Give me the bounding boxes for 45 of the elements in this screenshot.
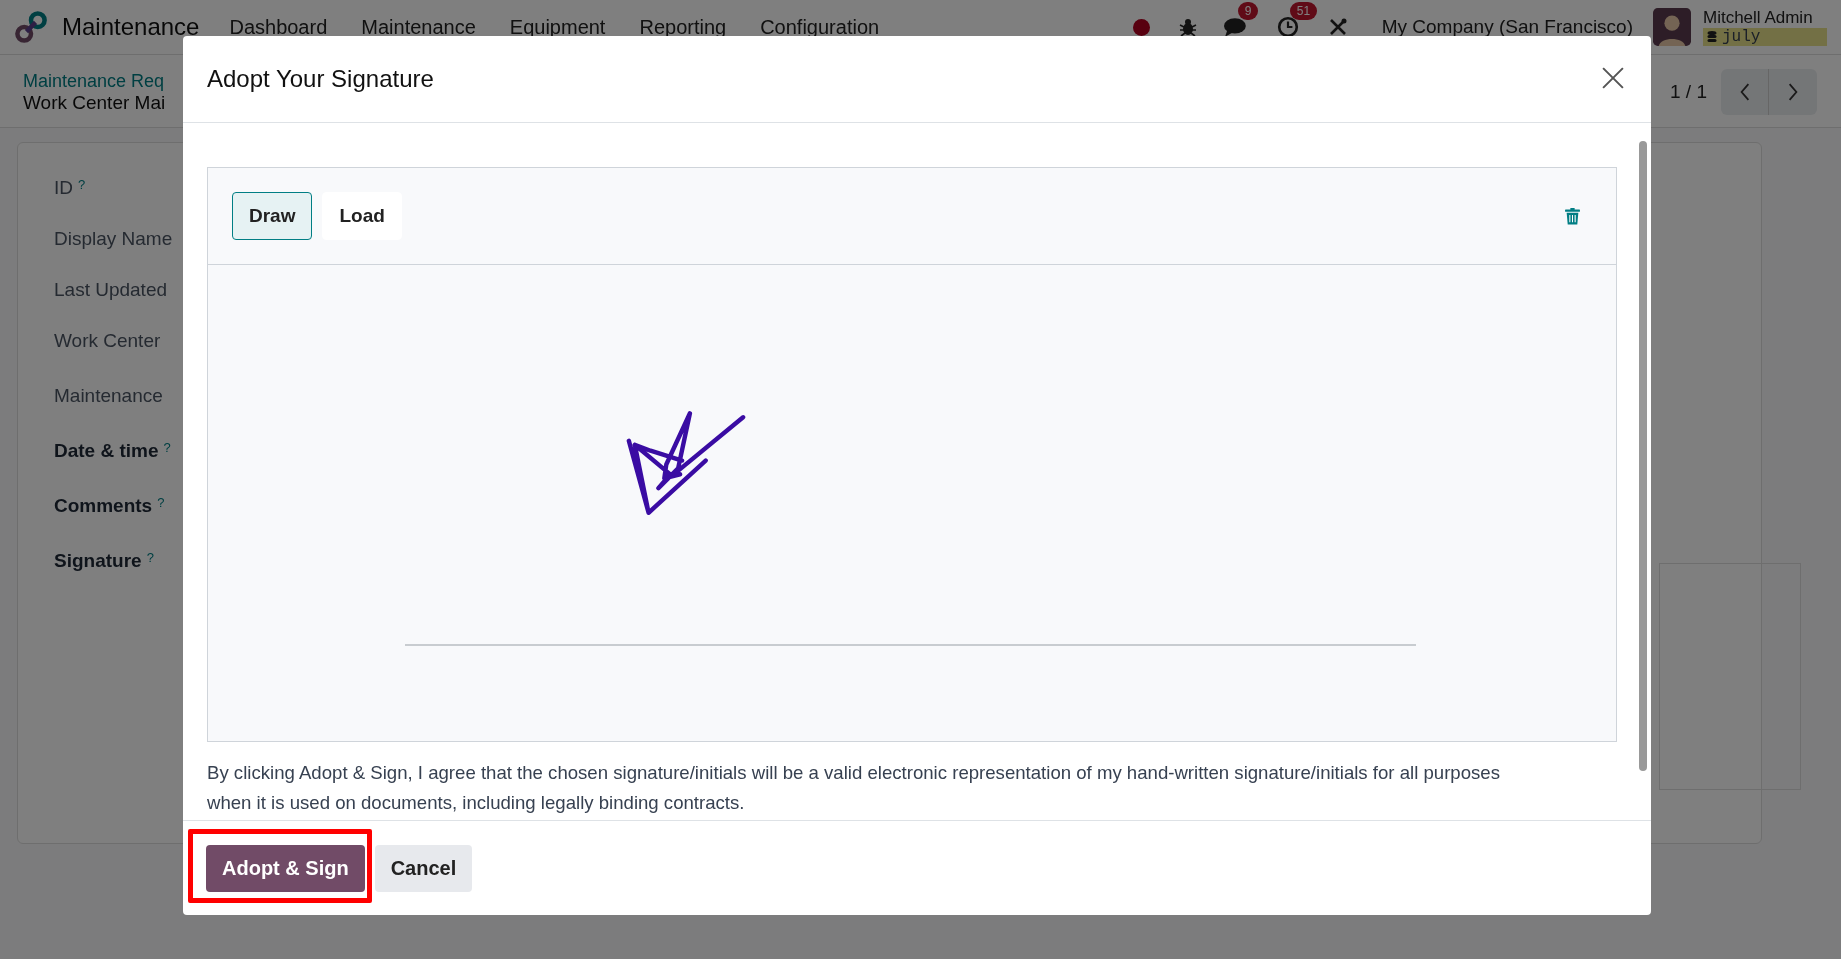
- chat-count: 9: [1237, 2, 1259, 20]
- record-title: Work Center Mai: [23, 91, 166, 114]
- clock-icon: [1275, 16, 1300, 38]
- help-mark[interactable]: ?: [157, 495, 165, 510]
- menu-item[interactable]: Reporting: [639, 15, 727, 39]
- user-name[interactable]: Mitchell Admin: [1703, 8, 1827, 28]
- mode-tab[interactable]: Draw: [232, 192, 313, 240]
- scrollbar[interactable]: [1639, 141, 1647, 771]
- adopt-sign-button[interactable]: Adopt & Sign: [206, 844, 365, 892]
- database-name: july: [1722, 28, 1761, 46]
- activity-count: 51: [1289, 2, 1318, 20]
- app-name[interactable]: Maintenance: [62, 13, 200, 41]
- bug-icon[interactable]: [1177, 17, 1198, 37]
- tools-icon[interactable]: [1327, 17, 1348, 37]
- pager-value: 1 / 1: [1670, 81, 1707, 103]
- chat-button[interactable]: 9: [1223, 2, 1268, 38]
- menu-item[interactable]: Maintenance: [361, 15, 476, 39]
- field-label: Comments: [54, 495, 153, 517]
- field-label: Work Center: [54, 330, 161, 352]
- breadcrumb-link[interactable]: Maintenance Req: [23, 70, 166, 92]
- trash-icon[interactable]: [1565, 207, 1580, 225]
- company-switcher[interactable]: My Company (San Francisco): [1381, 16, 1633, 38]
- chevron-right-icon: [1787, 83, 1799, 101]
- menu-item[interactable]: Equipment: [509, 15, 606, 39]
- disclaimer-text: By clicking Adopt & Sign, I agree that the chosen signature/initials will be a valid electronic representation of my hand-written signature/initials for all purposes when it is used on documents, including legally binding contracts.: [207, 761, 1501, 815]
- menu-item[interactable]: Configuration: [760, 15, 880, 39]
- field-label: ID: [54, 177, 73, 199]
- menu-item[interactable]: Dashboard: [229, 15, 328, 39]
- dialog-title: Adopt Your Signature: [207, 65, 434, 93]
- field-label: Date & time: [54, 440, 159, 462]
- help-mark[interactable]: ?: [163, 440, 171, 455]
- chat-icon: [1223, 16, 1248, 38]
- field-label: Maintenance: [54, 385, 163, 407]
- field-label: Last Updated: [54, 279, 168, 301]
- chevron-left-icon: [1738, 83, 1751, 101]
- cancel-button[interactable]: Cancel: [374, 844, 473, 892]
- field-label: Signature: [54, 550, 142, 572]
- avatar-icon[interactable]: [1653, 8, 1691, 46]
- help-mark[interactable]: ?: [78, 177, 86, 192]
- help-mark[interactable]: ?: [146, 550, 154, 565]
- database-icon: [1707, 31, 1717, 43]
- mode-tab[interactable]: Load: [322, 192, 402, 240]
- close-icon: [1602, 67, 1624, 89]
- field-label: Display Name: [54, 228, 173, 250]
- app-logo-icon[interactable]: [14, 10, 48, 44]
